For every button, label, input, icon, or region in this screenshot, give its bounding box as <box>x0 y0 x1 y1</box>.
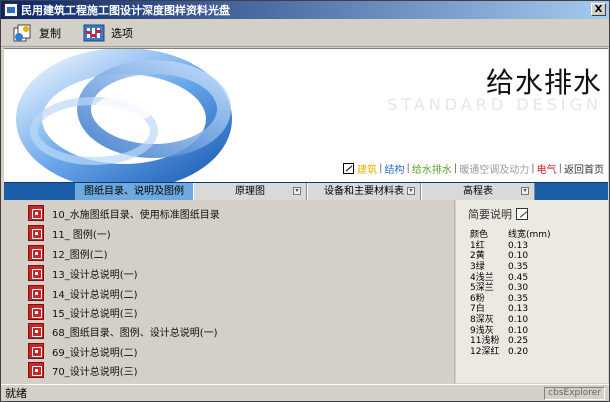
window-title: 民用建筑工程施工图设计深度图样资料光盘 <box>21 4 230 17</box>
file-item[interactable]: 15_设计总说明(三) <box>28 303 138 321</box>
file-item[interactable]: 11_ 图例(一) <box>28 224 111 242</box>
file-item[interactable]: 13_设计总说明(一) <box>28 264 138 282</box>
status-message: 就绪 <box>5 387 27 400</box>
nav-link-hvac[interactable]: 暖通空调及动力 <box>459 161 529 176</box>
tab-menu-icon[interactable]: ▾ <box>293 187 301 195</box>
table-cell: 0.10 <box>508 251 529 262</box>
table-cell: 3绿 <box>470 262 485 273</box>
table-cell: 5深兰 <box>470 283 494 294</box>
table-cell: 6粉 <box>470 293 485 304</box>
edit-note-icon[interactable] <box>516 208 528 220</box>
table-cell: 4浅兰 <box>470 272 494 283</box>
drawing-file-icon <box>28 265 44 281</box>
nav-link-electrical[interactable]: 电气 <box>537 161 557 176</box>
drawing-file-icon <box>28 245 44 261</box>
table-cell: 0.35 <box>508 262 529 273</box>
drawing-file-icon <box>28 362 44 378</box>
file-list: 10_水施图纸目录、使用标准图纸目录 11_ 图例(一) 12_图例(二) 13… <box>4 200 455 383</box>
drawing-file-icon <box>28 343 44 359</box>
status-bar: 就绪 cbsExplorer <box>1 384 609 401</box>
drawing-file-icon <box>28 285 44 301</box>
options-icon <box>83 23 105 43</box>
file-item[interactable]: 69_设计总说明(二) <box>28 342 138 360</box>
file-item[interactable]: 68_图纸目录、图例、设计总说明(一) <box>28 322 218 340</box>
table-cell: 9浅灰 <box>470 325 494 336</box>
file-item[interactable]: 14_设计总说明(二) <box>28 284 138 302</box>
notes-panel: 简要说明 颜色 线宽(mm) 1红 0.13 2黄 0.10 3绿 0.35 4浅兰 0… <box>456 200 608 383</box>
nav-link-architecture[interactable]: 建筑 <box>357 161 377 176</box>
discipline-nav: 建筑 | 结构 | 给水排水 | 暖通空调及动力 | 电气 | 返回首页 <box>343 161 604 176</box>
watermark-text: STANDARD DESIGN <box>387 95 602 114</box>
drawing-file-icon <box>28 205 44 221</box>
app-window: 民用建筑工程施工图设计深度图样资料光盘 X 复制 选项 给水排水 STANDAR… <box>0 0 610 402</box>
app-icon <box>4 3 18 17</box>
status-panel: cbsExplorer <box>544 387 605 400</box>
file-item[interactable]: 70_设计总说明(三) <box>28 361 138 379</box>
table-cell: 0.45 <box>508 272 529 283</box>
col-header-width: 线宽(mm) <box>508 230 551 241</box>
table-cell: 0.35 <box>508 293 529 304</box>
close-button[interactable]: X <box>591 3 606 16</box>
banner: 给水排水 STANDARD DESIGN 建筑 | 结构 | 给水排水 | 暖通… <box>4 48 608 182</box>
pen-icon <box>343 163 355 174</box>
toolbar: 复制 选项 <box>1 19 609 47</box>
table-cell: 2黄 <box>470 251 485 262</box>
table-cell: 8深灰 <box>470 315 494 326</box>
table-cell: 0.13 <box>508 240 529 251</box>
drawing-file-icon <box>28 323 44 339</box>
drawing-file-icon <box>28 304 44 320</box>
table-cell: 0.20 <box>508 346 529 357</box>
nav-link-plumbing[interactable]: 给水排水 <box>412 161 452 176</box>
line-width-table: 颜色 线宽(mm) 1红 0.13 2黄 0.10 3绿 0.35 4浅兰 0.45 5… <box>470 230 551 357</box>
table-cell: 0.13 <box>508 304 529 315</box>
nav-link-structure[interactable]: 结构 <box>385 161 405 176</box>
tab-elevation[interactable]: 高程表 ▾ <box>421 183 535 201</box>
title-bar[interactable]: 民用建筑工程施工图设计深度图样资料光盘 X <box>1 1 609 19</box>
tab-menu-icon[interactable]: ▾ <box>521 187 529 195</box>
file-item[interactable]: 12_图例(二) <box>28 244 108 262</box>
table-cell: 0.30 <box>508 283 529 294</box>
table-cell: 0.10 <box>508 325 529 336</box>
table-cell: 7白 <box>470 304 485 315</box>
table-cell: 0.25 <box>508 336 529 347</box>
table-cell: 0.10 <box>508 315 529 326</box>
nav-link-home[interactable]: 返回首页 <box>564 161 604 176</box>
table-cell: 12深红 <box>470 346 500 357</box>
tab-schematic[interactable]: 原理图 ▾ <box>193 183 307 201</box>
copy-label: 复制 <box>39 26 61 40</box>
drawing-file-icon <box>28 225 44 241</box>
table-cell: 1红 <box>470 240 485 251</box>
copy-icon <box>11 23 33 43</box>
tab-catalog[interactable]: 图纸目录、说明及图例 <box>75 183 193 201</box>
notes-header: 简要说明 <box>468 206 528 222</box>
tab-equipment[interactable]: 设备和主要材料表 ▾ <box>307 183 421 201</box>
copy-button[interactable]: 复制 <box>11 23 61 43</box>
tab-bar: 图纸目录、说明及图例 原理图 ▾ 设备和主要材料表 ▾ 高程表 ▾ <box>4 182 608 201</box>
swirl-graphic <box>4 49 304 182</box>
options-button[interactable]: 选项 <box>83 23 133 43</box>
col-header-color: 颜色 <box>470 230 489 241</box>
file-item[interactable]: 10_水施图纸目录、使用标准图纸目录 <box>28 204 220 222</box>
table-cell: 11浅粉 <box>470 336 500 347</box>
options-label: 选项 <box>111 26 133 40</box>
tab-menu-icon[interactable]: ▾ <box>407 187 415 195</box>
